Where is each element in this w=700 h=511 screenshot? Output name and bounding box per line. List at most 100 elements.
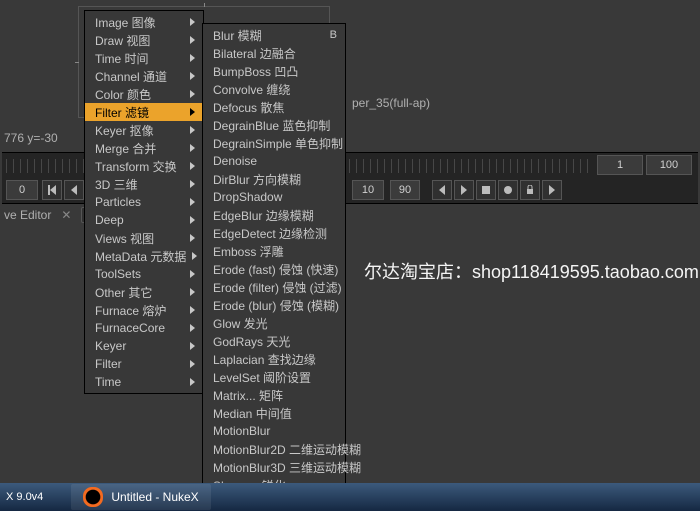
submenu-arrow-icon: [190, 234, 195, 242]
submenu-arrow-icon: [190, 288, 195, 296]
menu-item[interactable]: Color 颜色: [85, 85, 203, 103]
playback-rate-input[interactable]: 90: [390, 180, 420, 200]
submenu-item[interactable]: DegrainBlue 蓝色抑制: [203, 116, 345, 134]
submenu-item[interactable]: Matrix... 矩阵: [203, 386, 345, 404]
submenu-item[interactable]: Erode (filter) 侵蚀 (过滤): [203, 278, 345, 296]
menu-item[interactable]: Image 图像: [85, 13, 203, 31]
menu-item[interactable]: Merge 合并: [85, 139, 203, 157]
submenu-arrow-icon: [190, 126, 195, 134]
submenu-item[interactable]: Convolve 缠绕: [203, 80, 345, 98]
menu-item[interactable]: Transform 交换: [85, 157, 203, 175]
menu-item-label: ToolSets: [95, 267, 184, 281]
submenu-arrow-icon: [190, 36, 195, 44]
submenu-arrow-icon: [190, 162, 195, 170]
menu-item[interactable]: Channel 通道: [85, 67, 203, 85]
menu-item[interactable]: Filter 滤镜: [85, 103, 203, 121]
step-back-button[interactable]: [64, 180, 84, 200]
menu-item[interactable]: Furnace 熔炉: [85, 301, 203, 319]
menu-item[interactable]: Keyer 抠像: [85, 121, 203, 139]
viewport-status-text: 776 y=-30: [4, 131, 58, 145]
menu-item[interactable]: Keyer: [85, 337, 203, 355]
submenu-item-label: Defocus 散焦: [213, 99, 337, 116]
frame-range-start-input[interactable]: 1: [597, 155, 643, 175]
submenu-item[interactable]: Erode (blur) 侵蚀 (模糊): [203, 296, 345, 314]
menu-item[interactable]: Time 时间: [85, 49, 203, 67]
taskbar-title: Untitled - NukeX: [111, 490, 198, 504]
record-button[interactable]: [498, 180, 518, 200]
submenu-arrow-icon: [190, 18, 195, 26]
submenu-item[interactable]: BumpBoss 凹凸: [203, 62, 345, 80]
submenu-arrow-icon: [190, 378, 195, 386]
menu-item-label: Filter 滤镜: [95, 104, 184, 121]
menu-item-label: Views 视图: [95, 230, 184, 247]
menu-item[interactable]: Time: [85, 373, 203, 391]
submenu-arrow-icon: [190, 306, 195, 314]
version-label: X 9.0v4: [6, 491, 43, 503]
menu-item[interactable]: Draw 视图: [85, 31, 203, 49]
submenu-item-label: Denoise: [213, 154, 337, 168]
menu-item[interactable]: MetaData 元数据: [85, 247, 203, 265]
submenu-item-label: MotionBlur: [213, 424, 337, 438]
submenu-item[interactable]: DropShadow: [203, 188, 345, 206]
submenu-arrow-icon: [190, 144, 195, 152]
menu-item[interactable]: Particles: [85, 193, 203, 211]
submenu-arrow-icon: [190, 180, 195, 188]
stop-button[interactable]: [476, 180, 496, 200]
play-back-button[interactable]: [432, 180, 452, 200]
submenu-arrow-icon: [190, 360, 195, 368]
play-button[interactable]: [454, 180, 474, 200]
submenu-arrow-icon: [190, 198, 195, 206]
menu-item-label: Particles: [95, 195, 184, 209]
submenu-arrow-icon: [190, 72, 195, 80]
step-fwd-button[interactable]: [542, 180, 562, 200]
frame-skip-fwd-input[interactable]: 10: [352, 180, 384, 200]
menu-item-label: Deep: [95, 213, 184, 227]
watermark-text: 尔达淘宝店：shop118419595.taobao.com: [364, 258, 699, 284]
submenu-item[interactable]: Blur 模糊B: [203, 26, 345, 44]
submenu-item-label: Erode (filter) 侵蚀 (过滤): [213, 279, 342, 296]
menu-item-label: Transform 交换: [95, 158, 184, 175]
submenu-item[interactable]: EdgeBlur 边缘模糊: [203, 206, 345, 224]
menu-item[interactable]: Other 其它: [85, 283, 203, 301]
taskbar-app-button[interactable]: Untitled - NukeX: [71, 484, 210, 510]
submenu-item[interactable]: Erode (fast) 侵蚀 (快速): [203, 260, 345, 278]
menu-item[interactable]: Deep: [85, 211, 203, 229]
submenu-item[interactable]: MotionBlur: [203, 422, 345, 440]
menu-item[interactable]: Filter: [85, 355, 203, 373]
submenu-item[interactable]: Median 中间值: [203, 404, 345, 422]
submenu-item[interactable]: EdgeDetect 边缘检测: [203, 224, 345, 242]
frame-range-end-input[interactable]: 100: [646, 155, 692, 175]
submenu-item-label: EdgeBlur 边缘模糊: [213, 207, 337, 224]
viewport-format-label: per_35(full-ap): [352, 96, 430, 110]
submenu-item[interactable]: Glow 发光: [203, 314, 345, 332]
submenu-item-label: MotionBlur3D 三维运动模糊: [213, 459, 361, 476]
submenu-item-label: DropShadow: [213, 190, 337, 204]
menu-item[interactable]: 3D 三维: [85, 175, 203, 193]
submenu-item-label: Laplacian 查找边缘: [213, 351, 337, 368]
submenu-item[interactable]: MotionBlur2D 二维运动模糊: [203, 440, 345, 458]
submenu-arrow-icon: [190, 90, 195, 98]
frame-skip-back-input[interactable]: 0: [6, 180, 38, 200]
submenu-arrow-icon: [190, 108, 195, 116]
submenu-item[interactable]: Denoise: [203, 152, 345, 170]
submenu-item-label: DegrainBlue 蓝色抑制: [213, 117, 337, 134]
submenu-item[interactable]: DegrainSimple 单色抑制: [203, 134, 345, 152]
submenu-item[interactable]: MotionBlur3D 三维运动模糊: [203, 458, 345, 476]
jump-start-button[interactable]: [42, 180, 62, 200]
submenu-item-label: Matrix... 矩阵: [213, 387, 337, 404]
submenu-item[interactable]: LevelSet 阈阶设置: [203, 368, 345, 386]
submenu-item[interactable]: Emboss 浮雕: [203, 242, 345, 260]
submenu-item[interactable]: DirBlur 方向模糊: [203, 170, 345, 188]
submenu-item[interactable]: Bilateral 边融合: [203, 44, 345, 62]
submenu-item-label: BumpBoss 凹凸: [213, 63, 337, 80]
lock-button[interactable]: [520, 180, 540, 200]
taskbar: X 9.0v4 Untitled - NukeX: [0, 483, 700, 511]
filter-submenu: Blur 模糊BBilateral 边融合BumpBoss 凹凸Convolve…: [202, 23, 346, 511]
submenu-item[interactable]: Laplacian 查找边缘: [203, 350, 345, 368]
submenu-item[interactable]: Defocus 散焦: [203, 98, 345, 116]
menu-item[interactable]: FurnaceCore: [85, 319, 203, 337]
menu-item[interactable]: Views 视图: [85, 229, 203, 247]
submenu-item[interactable]: GodRays 天光: [203, 332, 345, 350]
close-icon[interactable]: ✕: [61, 208, 71, 222]
menu-item[interactable]: ToolSets: [85, 265, 203, 283]
